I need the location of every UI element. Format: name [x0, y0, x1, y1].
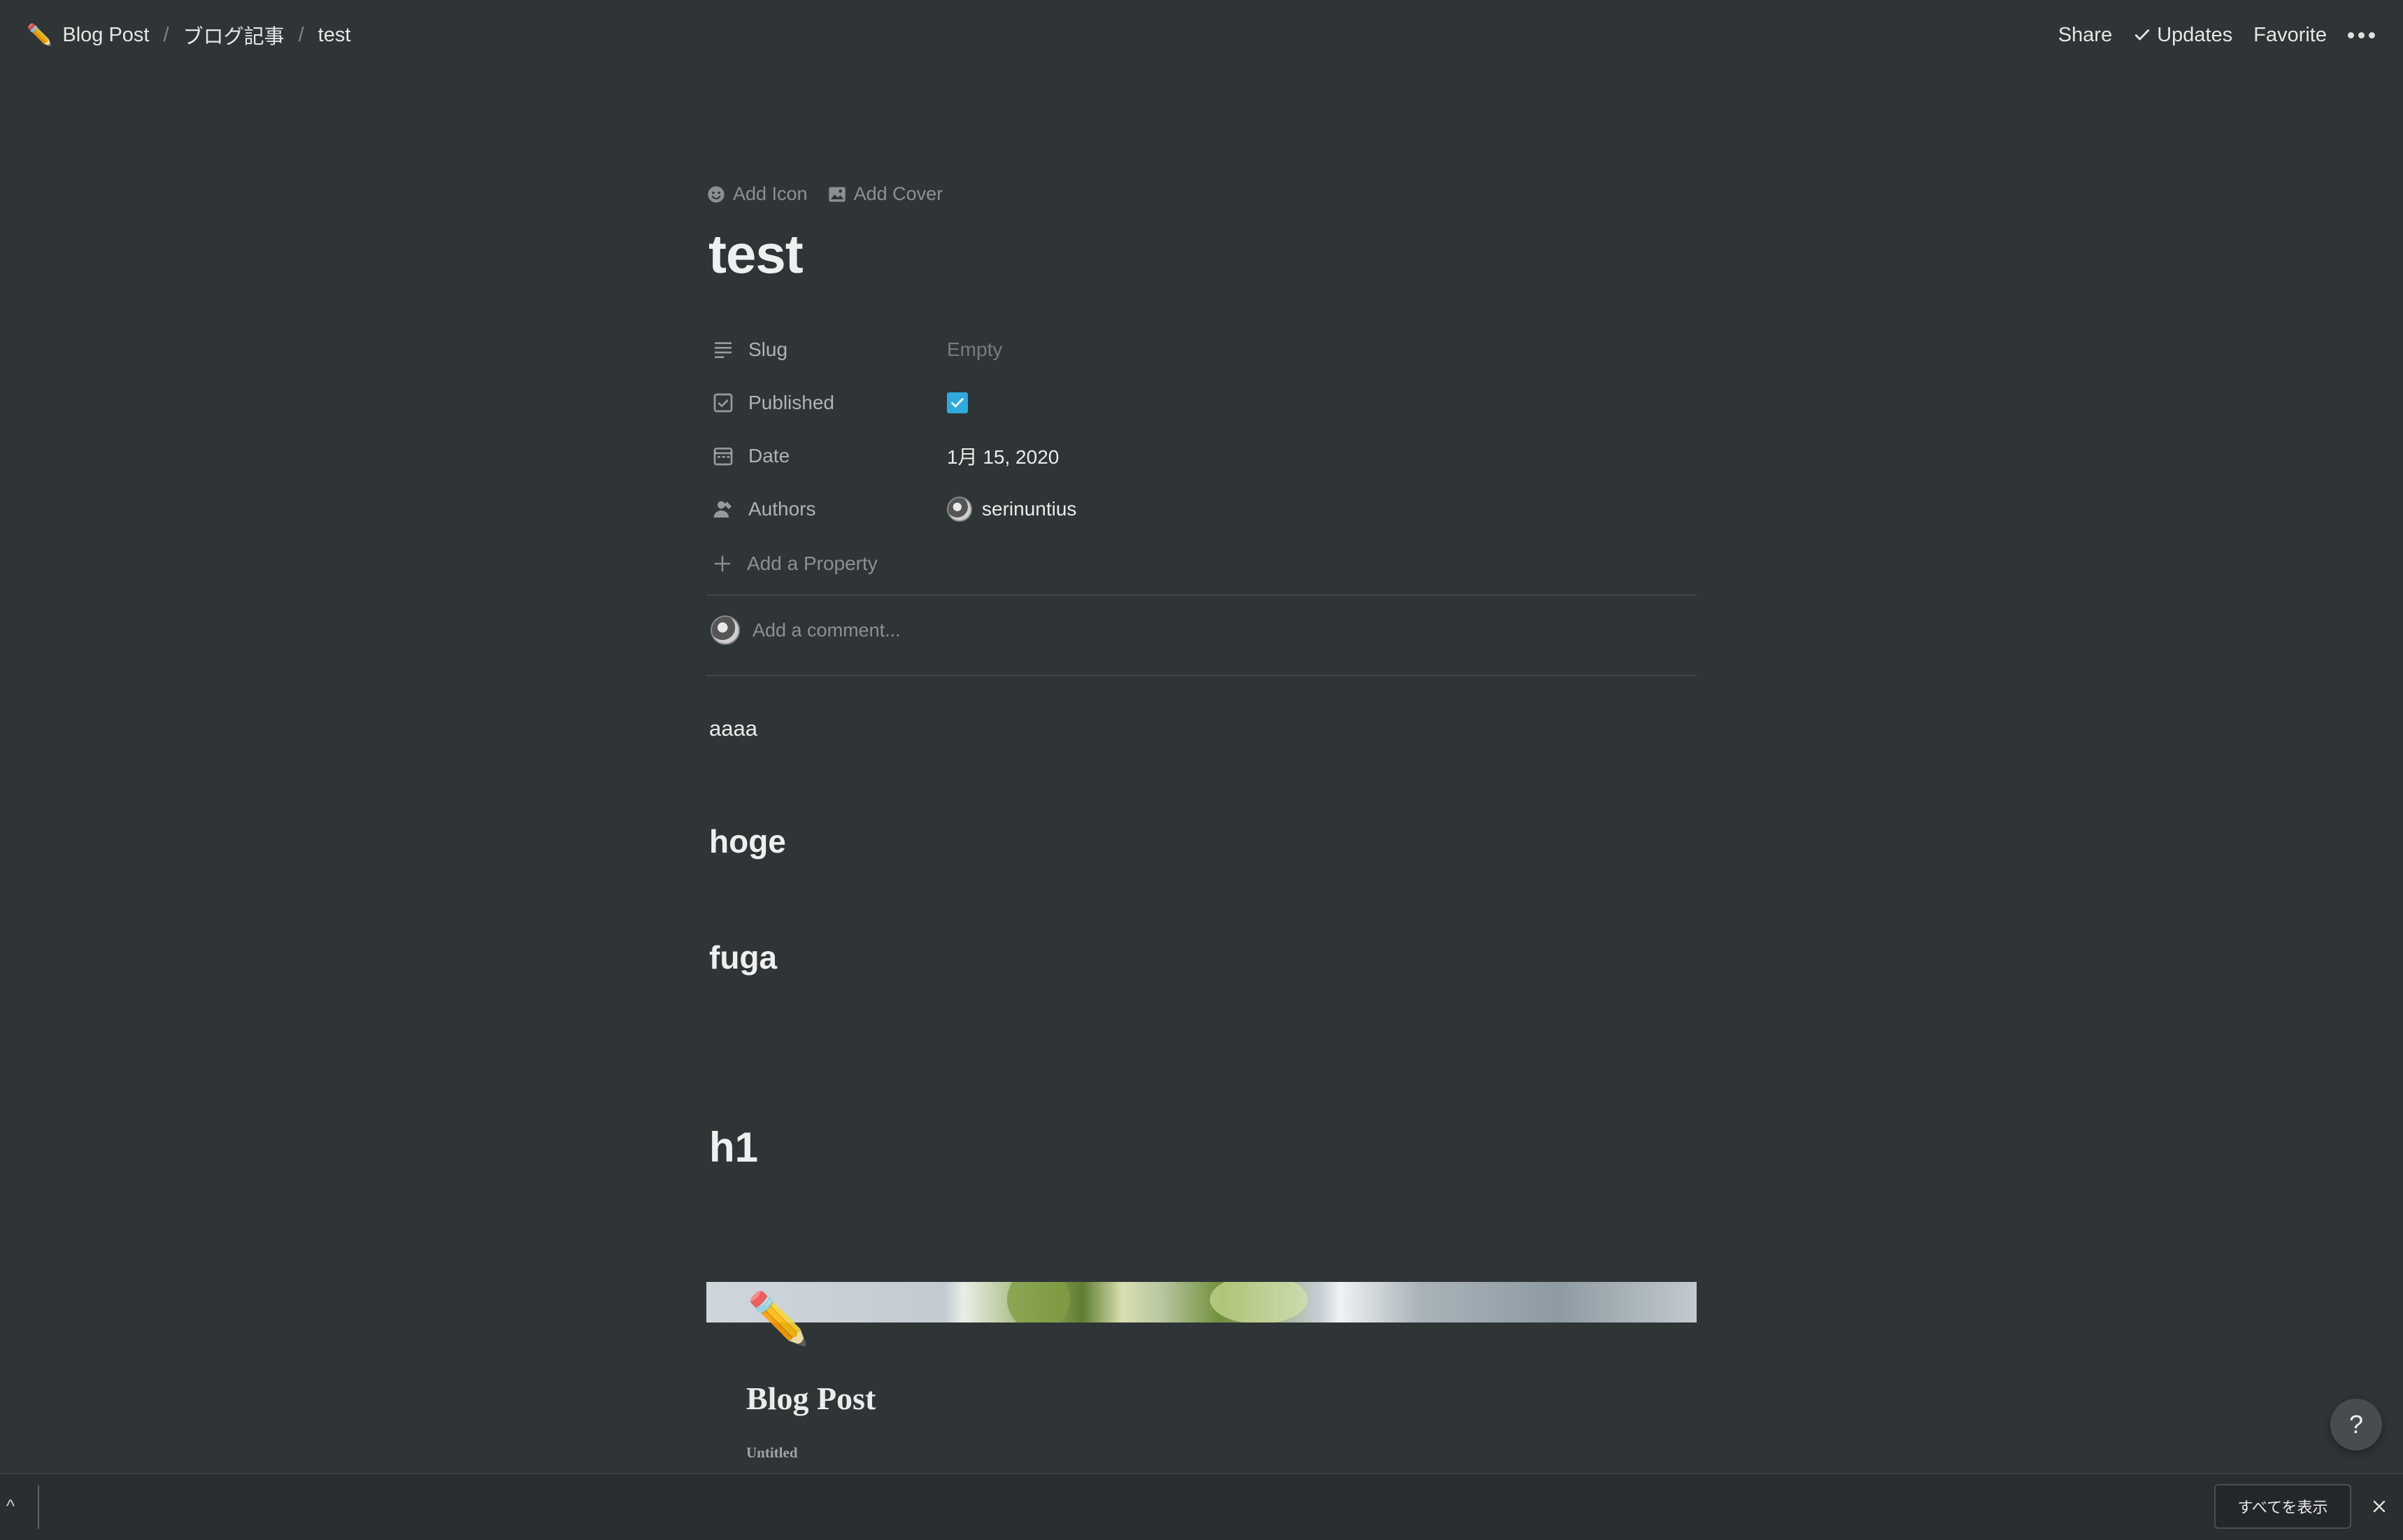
breadcrumb-item-blog-post[interactable]: ✏️ Blog Post [24, 19, 152, 52]
add-cover-label: Add Cover [853, 183, 943, 204]
paragraph-block[interactable]: aaaa [709, 716, 757, 741]
property-name[interactable]: Published [706, 392, 947, 414]
chevron-up-icon[interactable]: ^ [0, 1495, 21, 1520]
embed-title[interactable]: Blog Post [746, 1380, 876, 1417]
date-value[interactable]: 1月 15, 2020 [947, 442, 1059, 470]
pencil-icon: ✏️ [747, 1291, 810, 1347]
breadcrumb-item-current-page[interactable]: test [315, 20, 354, 51]
share-button[interactable]: Share [2058, 24, 2112, 47]
pencil-icon: ✏️ [27, 23, 53, 47]
author-name: serinuntius [982, 498, 1077, 520]
person-icon [713, 501, 732, 518]
linked-page-embed[interactable]: ✏️ Blog Post Untitled [706, 1282, 1697, 1461]
check-icon [2135, 29, 2150, 41]
avatar [947, 497, 972, 522]
page-title[interactable]: test [708, 222, 804, 286]
property-list: Slug Empty Published Date 1月 15, 2020 Au… [706, 323, 1697, 592]
comment-input[interactable]: Add a comment... [711, 615, 901, 645]
smiley-icon [708, 185, 725, 203]
divider [706, 675, 1697, 676]
authors-value[interactable]: serinuntius [947, 497, 1076, 522]
more-options-icon[interactable] [2348, 31, 2375, 38]
breadcrumb-label: ブログ記事 [183, 26, 285, 48]
heading-block[interactable]: fuga [709, 939, 777, 976]
embed-subtitle: Untitled [746, 1444, 798, 1461]
breadcrumb-item-blog-articles[interactable]: ブログ記事 [180, 16, 287, 54]
breadcrumb-separator: / [298, 23, 304, 46]
property-row-slug[interactable]: Slug Empty [706, 323, 1697, 376]
add-icon-button[interactable]: Add Icon [706, 183, 808, 205]
calendar-icon [713, 448, 733, 466]
breadcrumb: ✏️ Blog Post / ブログ記事 / test [24, 16, 353, 54]
share-label: Share [2058, 23, 2113, 46]
add-icon-label: Add Icon [733, 183, 808, 204]
embed-cover-image [706, 1282, 1697, 1322]
image-icon [828, 187, 846, 201]
bottom-bar: ^ すべてを表示 [0, 1473, 2403, 1540]
text-lines-icon [715, 342, 732, 358]
topbar: ✏️ Blog Post / ブログ記事 / test Share Update… [0, 0, 2403, 70]
comment-placeholder: Add a comment... [753, 619, 901, 641]
avatar [711, 615, 740, 645]
property-row-published[interactable]: Published [706, 376, 1697, 429]
check-icon [951, 398, 964, 408]
updates-button[interactable]: Updates [2133, 24, 2232, 47]
close-icon[interactable] [2367, 1494, 2392, 1519]
breadcrumb-label: test [318, 23, 351, 46]
page-controls: Add Icon Add Cover [706, 183, 962, 205]
favorite-label: Favorite [2253, 23, 2327, 46]
help-button[interactable]: ? [2330, 1399, 2382, 1450]
show-all-button[interactable]: すべてを表示 [2214, 1484, 2351, 1529]
checkbox-icon [713, 393, 733, 413]
published-checkbox[interactable] [947, 392, 968, 413]
breadcrumb-label: Blog Post [62, 23, 150, 46]
property-name[interactable]: Slug [706, 338, 947, 361]
property-label: Date [748, 445, 790, 466]
divider [706, 594, 1697, 596]
updates-label: Updates [2157, 23, 2233, 46]
add-cover-button[interactable]: Add Cover [827, 183, 943, 205]
plus-icon [714, 555, 731, 572]
published-value [947, 392, 968, 413]
property-label: Slug [748, 338, 788, 360]
property-label: Authors [748, 498, 816, 520]
heading-block[interactable]: hoge [709, 822, 786, 860]
slug-value[interactable]: Empty [947, 338, 1002, 361]
add-property-label: Add a Property [747, 552, 878, 574]
property-label: Published [748, 392, 834, 413]
add-property-button[interactable]: Add a Property [706, 536, 1697, 592]
bottom-bar-divider [38, 1485, 39, 1529]
property-row-date[interactable]: Date 1月 15, 2020 [706, 429, 1697, 483]
help-label: ? [2348, 1410, 2364, 1439]
property-name[interactable]: Authors [706, 498, 947, 520]
heading-1-block[interactable]: h1 [709, 1123, 758, 1171]
breadcrumb-separator: / [163, 23, 169, 46]
topbar-actions: Share Updates Favorite [2037, 24, 2375, 47]
property-row-authors[interactable]: Authors serinuntius [706, 483, 1697, 536]
favorite-button[interactable]: Favorite [2253, 24, 2327, 47]
property-name[interactable]: Date [706, 445, 947, 467]
